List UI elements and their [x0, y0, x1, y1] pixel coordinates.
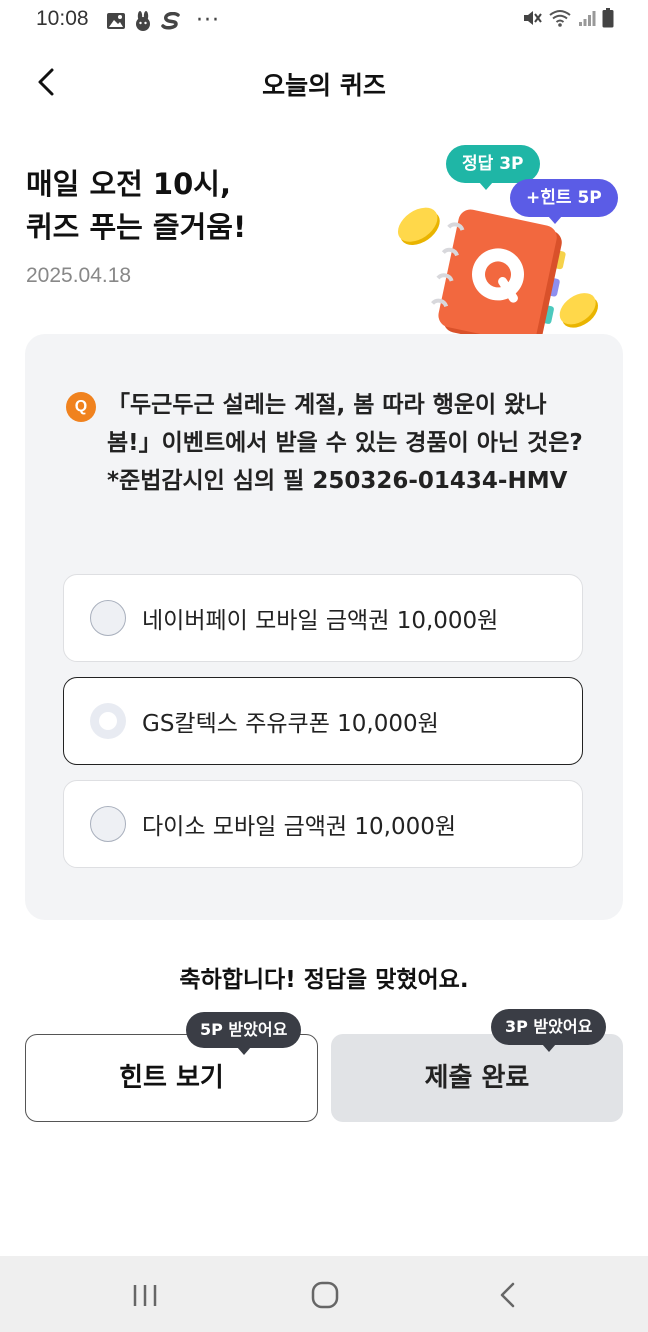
- headline-line-1: 매일 오전 10시,: [26, 167, 231, 201]
- headline-line-2: 퀴즈 푸는 즐거움!: [26, 210, 247, 244]
- hint-points-tag: +힌트 5P: [510, 179, 618, 224]
- question-badge: Q: [66, 392, 96, 422]
- status-time: 10:08: [36, 7, 89, 30]
- quiz-date: 2025.04.18: [26, 264, 132, 287]
- home-button[interactable]: [305, 1278, 345, 1312]
- recent-apps-icon: [133, 1285, 157, 1306]
- quiz-card: Q 「두근두근 설레는 계절, 봄 따라 행운이 왔나 봄!」이벤트에서 받을 …: [25, 334, 623, 920]
- status-icons-left: ···: [106, 8, 220, 33]
- home-icon: [311, 1281, 339, 1309]
- option-label: 네이버페이 모바일 금액권 10,000원: [142, 608, 499, 634]
- hint-reward-bubble: 5P 받았어요: [186, 1012, 302, 1055]
- recent-apps-button[interactable]: [125, 1278, 165, 1312]
- coin-left-icon: [397, 207, 440, 246]
- status-icons-right: [522, 8, 614, 28]
- gallery-icon: [107, 12, 125, 29]
- rabbit-icon: [136, 10, 150, 31]
- status-bar: 10:08 ···: [0, 0, 648, 40]
- page-title: 오늘의 퀴즈: [262, 71, 386, 100]
- answer-points-tag: 정답 3P: [446, 145, 540, 190]
- wifi-icon: [549, 10, 571, 27]
- submit-reward-bubble: 3P 받았어요: [491, 1009, 607, 1052]
- result-message: 축하합니다! 정답을 맞혔어요.: [179, 967, 469, 993]
- coin-right-icon: [559, 293, 599, 328]
- system-nav-bar: [0, 1256, 648, 1332]
- option-label: 다이소 모바일 금액권 10,000원: [142, 814, 457, 840]
- headline: 매일 오전 10시, 퀴즈 푸는 즐거움!: [26, 163, 246, 249]
- radio-button[interactable]: [90, 806, 126, 842]
- radio-button[interactable]: [90, 600, 126, 636]
- radio-button-selected[interactable]: [90, 703, 126, 739]
- battery-icon: [602, 8, 614, 28]
- submit-button[interactable]: 제출 완료: [331, 1034, 623, 1122]
- signal-icon: [579, 11, 596, 26]
- s-logo-icon: [161, 11, 180, 29]
- quiz-option-3[interactable]: 다이소 모바일 금액권 10,000원: [63, 780, 583, 868]
- back-arrow-icon: [500, 1282, 515, 1308]
- app-header: 오늘의 퀴즈: [0, 44, 648, 120]
- option-label: GS칼텍스 주유쿠폰 10,000원: [142, 711, 439, 737]
- quiz-option-1[interactable]: 네이버페이 모바일 금액권 10,000원: [63, 574, 583, 662]
- question-text: 「두근두근 설레는 계절, 봄 따라 행운이 왔나 봄!」이벤트에서 받을 수 …: [107, 392, 583, 494]
- mute-icon: [524, 11, 542, 25]
- system-back-button[interactable]: [488, 1278, 528, 1312]
- more-notifications-icon: ···: [196, 8, 220, 33]
- quiz-option-2[interactable]: GS칼텍스 주유쿠폰 10,000원: [63, 677, 583, 765]
- notebook-icon: [431, 209, 566, 349]
